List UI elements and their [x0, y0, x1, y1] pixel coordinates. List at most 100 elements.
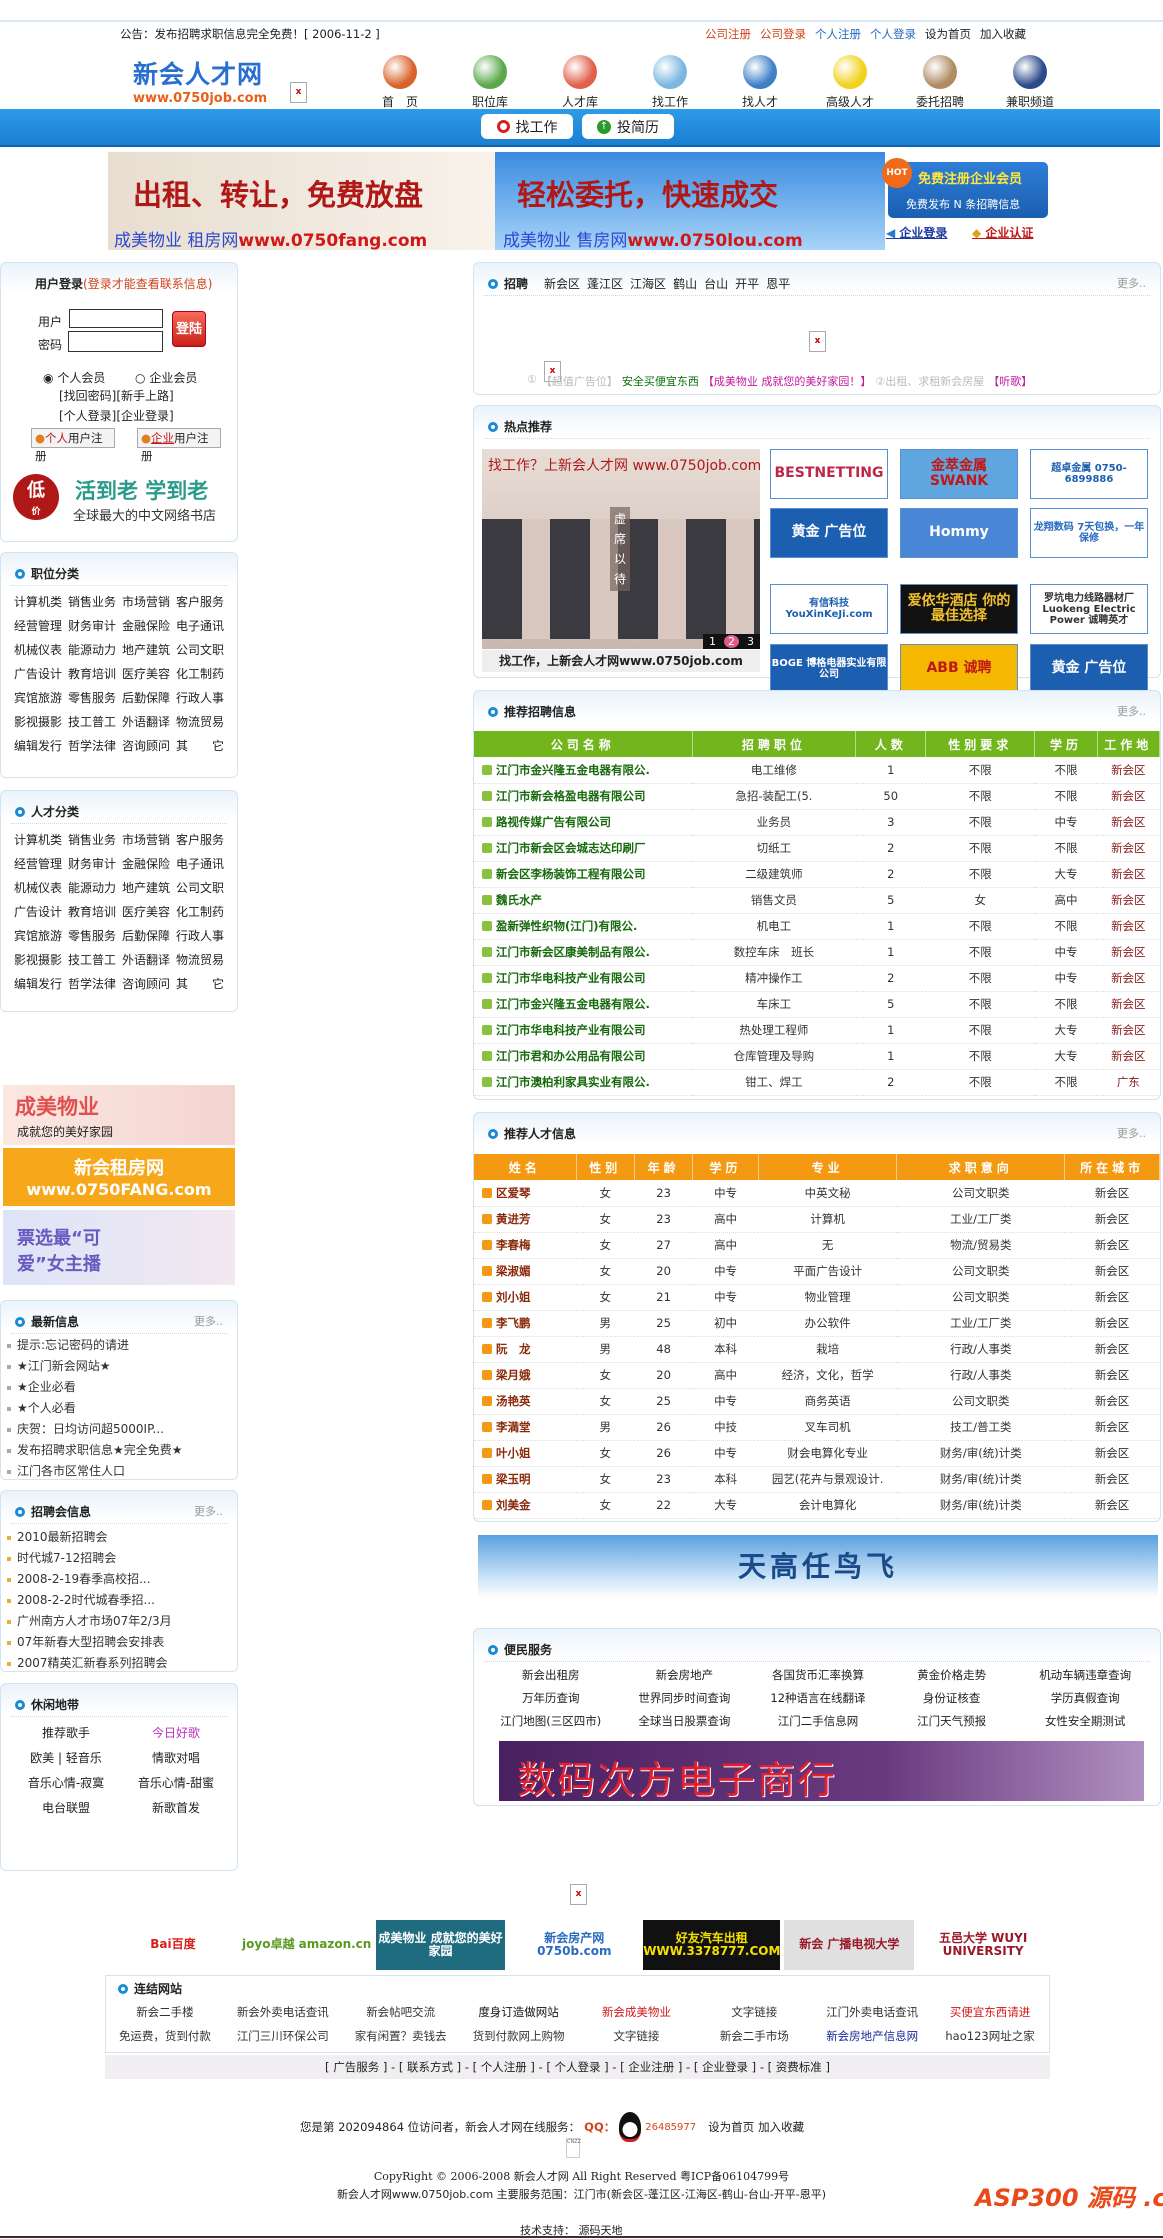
- job-category-link[interactable]: 市场营销: [122, 593, 176, 610]
- hot-ad-tile[interactable]: BESTNETTING: [770, 449, 888, 499]
- table-row[interactable]: 汤艳英女 25 中专 商务英语 公司文职类 新会区: [474, 1388, 1160, 1415]
- talent-category-link[interactable]: 经营管理: [14, 855, 68, 872]
- talent-name-link[interactable]: 汤艳英: [474, 1388, 577, 1415]
- job-fair-item[interactable]: 时代城7-12招聘会: [1, 1548, 237, 1569]
- footer-nav-link[interactable]: [ 企业注册 ]: [620, 2060, 682, 2074]
- qq-number[interactable]: 26485977: [645, 2122, 696, 2133]
- job-category-link[interactable]: 影视摄影: [14, 713, 68, 730]
- username-input[interactable]: [69, 309, 163, 328]
- hot-ad-tile[interactable]: 金萃金属 SWANK: [900, 449, 1018, 499]
- table-row[interactable]: 江门市新会区会城志达印刷厂 切纸工 2 不限 不限 新会区: [474, 835, 1160, 862]
- friend-link[interactable]: 家有闲置？卖钱去: [342, 2028, 460, 2044]
- talent-category-link[interactable]: 宾馆旅游: [14, 927, 68, 944]
- talent-category-link[interactable]: 财务审计: [68, 855, 122, 872]
- job-fair-item[interactable]: 广州南方人才市场07年2/3月: [1, 1611, 237, 1632]
- talent-category-link[interactable]: 行政人事: [176, 927, 230, 944]
- talent-category-link[interactable]: 金融保险: [122, 855, 176, 872]
- ticker-item[interactable]: ②出租、求租新会房屋: [875, 373, 984, 389]
- talent-category-link[interactable]: 公司文职: [176, 879, 230, 896]
- service-link[interactable]: 江门天气预报: [885, 1713, 1019, 1729]
- service-link[interactable]: 机动车辆违章查询: [1018, 1667, 1152, 1683]
- personal-login-link[interactable]: [个人登录]: [59, 409, 116, 423]
- talent-name-link[interactable]: 李満堂: [474, 1414, 577, 1441]
- ticker-item[interactable]: 安全买便宜东西: [622, 373, 699, 389]
- talent-name-link[interactable]: 刘小姐: [474, 1284, 577, 1311]
- company-name-link[interactable]: 江门市新会格盈电器有限公司: [474, 783, 693, 810]
- top-link[interactable]: 个人登录: [870, 26, 916, 42]
- table-row[interactable]: 江门市君和办公用品有限公司 仓库管理及导购 1 不限 大专 新会区: [474, 1043, 1160, 1070]
- service-link[interactable]: 各国货币汇率换算: [751, 1667, 885, 1683]
- talent-category-link[interactable]: 计算机类: [14, 831, 68, 848]
- job-category-link[interactable]: 物流贸易: [176, 713, 230, 730]
- job-category-link[interactable]: 外语翻译: [122, 713, 176, 730]
- table-row[interactable]: 阮 龙男 48 本科 栽培 行政/人事类 新会区: [474, 1336, 1160, 1363]
- sky-banner[interactable]: 天高任鸟飞: [478, 1535, 1158, 1598]
- footer-nav-link[interactable]: [ 个人登录 ]: [546, 2060, 608, 2074]
- friend-link[interactable]: 度身订造做网站: [460, 2004, 578, 2020]
- digital-store-ad[interactable]: 数码次方电子商行: [499, 1741, 1144, 1802]
- table-row[interactable]: 刘小姐女 21 中专 物业管理 公司文职类 新会区: [474, 1284, 1160, 1311]
- side-ad-fang[interactable]: 新会租房网 www.0750FANG.com: [3, 1148, 235, 1206]
- talent-category-link[interactable]: 零售服务: [68, 927, 122, 944]
- company-name-link[interactable]: 江门市新会区康美制品有限公.: [474, 939, 693, 966]
- talent-category-link[interactable]: 影视摄影: [14, 951, 68, 968]
- slideshow[interactable]: 找工作？上新会人才网 www.0750job.com 虚席以待 123: [482, 449, 760, 649]
- job-category-link[interactable]: 财务审计: [68, 617, 122, 634]
- leisure-link[interactable]: 今日好歌: [121, 1724, 231, 1741]
- hot-ad-tile[interactable]: 黄金 广告位: [1030, 644, 1148, 694]
- slide-page-button[interactable]: 3: [747, 635, 754, 648]
- job-fair-item[interactable]: 2008-2-2时代城春季招...: [1, 1590, 237, 1611]
- job-category-link[interactable]: 机械仪表: [14, 641, 68, 658]
- table-row[interactable]: 新会区李杨装饰工程有限公司 二级建筑师 2 不限 大专 新会区: [474, 861, 1160, 888]
- company-name-link[interactable]: 江门市新会区会城志达印刷厂: [474, 835, 693, 862]
- leisure-link[interactable]: 新歌首发: [121, 1799, 231, 1816]
- service-link[interactable]: 万年历查询: [484, 1690, 618, 1706]
- news-item[interactable]: ★个人必看: [1, 1398, 237, 1419]
- more-link[interactable]: 更多..: [1117, 703, 1146, 719]
- friend-link[interactable]: 文字链接: [578, 2028, 696, 2044]
- service-link[interactable]: 江门二手信息网: [751, 1713, 885, 1729]
- table-row[interactable]: 江门市华电科技产业有限公司 精冲操作工 2 不限 中专 新会区: [474, 965, 1160, 992]
- talent-category-link[interactable]: 技工普工: [68, 951, 122, 968]
- talent-name-link[interactable]: 李春梅: [474, 1232, 577, 1259]
- footer-nav-link[interactable]: [ 个人注册 ]: [473, 2060, 535, 2074]
- login-button[interactable]: 登陆: [172, 311, 206, 347]
- friend-link[interactable]: 江门外卖电话查讯: [813, 2004, 931, 2020]
- partner-logo[interactable]: 新会 广播电视大学: [784, 1920, 915, 1970]
- hot-ad-tile[interactable]: 黄金 广告位: [770, 508, 888, 558]
- table-row[interactable]: 梁玉明女 23 本科 园艺(花卉与景观设计. 财务/审(统)计类 新会区: [474, 1466, 1160, 1493]
- nav-item[interactable]: 兼职频道: [985, 55, 1075, 110]
- friend-link[interactable]: 新会二手市场: [695, 2028, 813, 2044]
- job-fair-item[interactable]: 07年新春大型招聘会安排表: [1, 1632, 237, 1653]
- talent-category-link[interactable]: 外语翻译: [122, 951, 176, 968]
- job-category-link[interactable]: 咨询顾问: [122, 737, 176, 754]
- nav-item[interactable]: 职位库: [445, 55, 535, 110]
- hot-ad-tile[interactable]: 超卓金属 0750-6899886: [1030, 449, 1148, 499]
- table-row[interactable]: 李満堂男 26 中技 叉车司机 技工/普工类 新会区: [474, 1414, 1160, 1441]
- partner-logo[interactable]: Bai百度: [108, 1920, 238, 1970]
- job-category-link[interactable]: 金融保险: [122, 617, 176, 634]
- nav-item[interactable]: 人才库: [535, 55, 625, 110]
- service-link[interactable]: 黄金价格走势: [885, 1667, 1019, 1683]
- partner-logo[interactable]: 五邑大学 WUYI UNIVERSITY: [918, 1920, 1049, 1970]
- job-category-link[interactable]: 宾馆旅游: [14, 689, 68, 706]
- service-link[interactable]: 新会出租房: [484, 1667, 618, 1683]
- job-category-link[interactable]: 行政人事: [176, 689, 230, 706]
- news-item[interactable]: ★企业必看: [1, 1377, 237, 1398]
- top-link[interactable]: 加入收藏: [980, 26, 1026, 42]
- job-category-link[interactable]: 客户服务: [176, 593, 230, 610]
- footer-nav-link[interactable]: [ 联系方式 ]: [399, 2060, 461, 2074]
- job-category-link[interactable]: 电子通讯: [176, 617, 230, 634]
- talent-category-link[interactable]: 编辑发行: [14, 975, 68, 992]
- job-category-link[interactable]: 其 它: [176, 737, 230, 754]
- table-row[interactable]: 黄进芳女 23 高中 计算机 工业/工厂类 新会区: [474, 1206, 1160, 1233]
- friend-link[interactable]: 新会二手楼: [106, 2004, 224, 2020]
- footer-nav-link[interactable]: [ 广告服务 ]: [325, 2060, 387, 2074]
- table-row[interactable]: 盈新弹性织物(江门)有限公. 机电工 1 不限 不限 新会区: [474, 913, 1160, 940]
- news-item[interactable]: ★江门新会网站★: [1, 1356, 237, 1377]
- job-category-link[interactable]: 后勤保障: [122, 689, 176, 706]
- talent-name-link[interactable]: 阮 龙: [474, 1336, 577, 1363]
- company-name-link[interactable]: 路视传媒广告有限公司: [474, 809, 693, 836]
- table-row[interactable]: 区爱琴女 23 中专 中英文秘 公司文职类 新会区: [474, 1180, 1160, 1207]
- nav-item[interactable]: 首 页: [355, 55, 445, 110]
